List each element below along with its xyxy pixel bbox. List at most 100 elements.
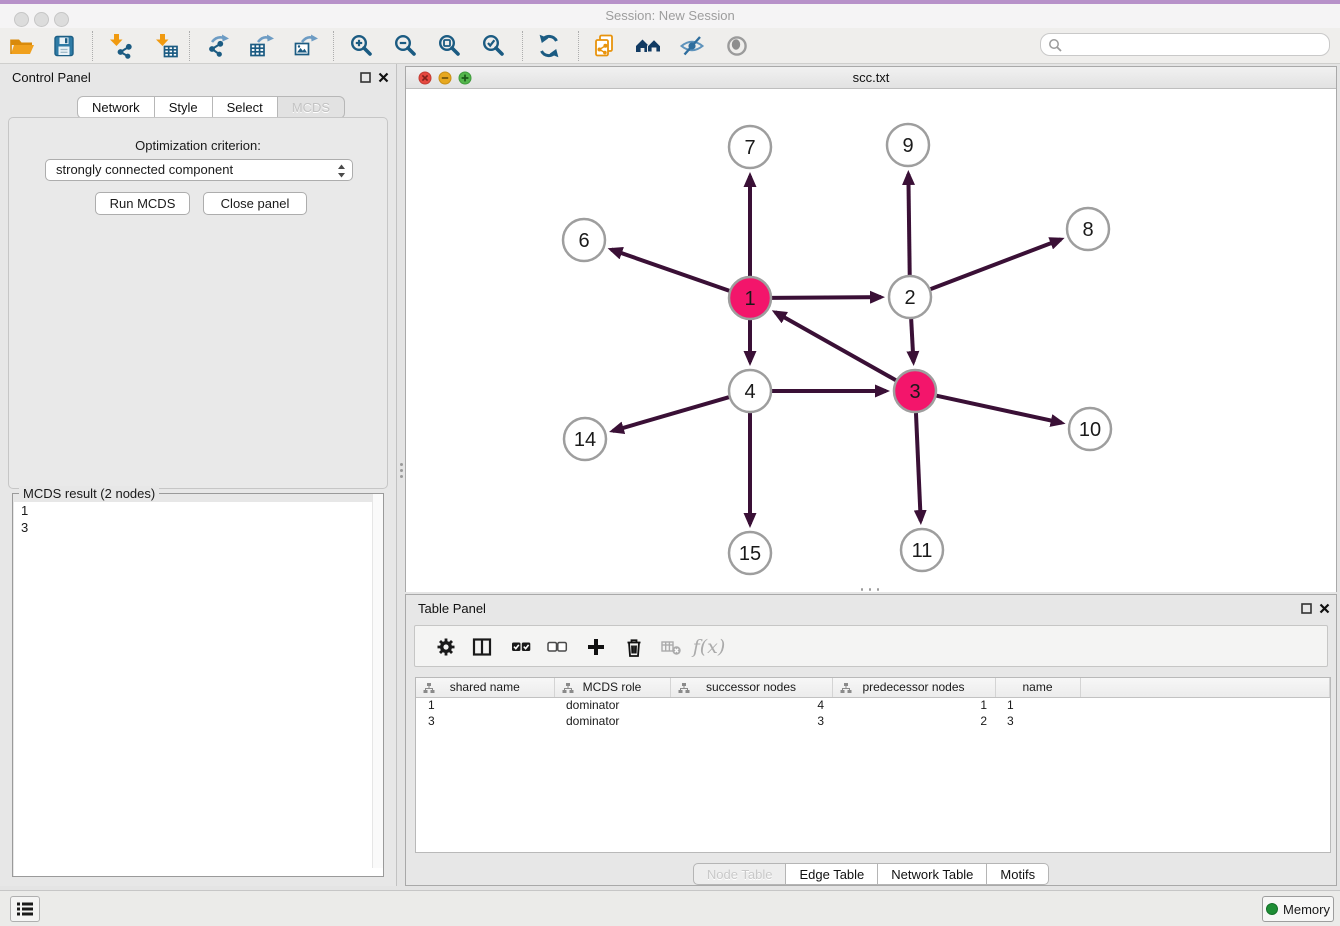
graph-node[interactable]: 9 bbox=[887, 124, 929, 166]
graph-node[interactable]: 14 bbox=[564, 418, 606, 460]
tab-node-table[interactable]: Node Table bbox=[693, 863, 787, 885]
save-session-button[interactable] bbox=[47, 31, 81, 61]
network-close-icon[interactable] bbox=[418, 71, 432, 85]
node-table-container: shared name MCDS role successor nodes pr… bbox=[415, 677, 1331, 853]
result-scrollbar[interactable] bbox=[372, 494, 383, 868]
svg-text:9: 9 bbox=[902, 135, 913, 157]
graph-edge[interactable] bbox=[931, 239, 1061, 289]
column-header-successor-nodes[interactable]: successor nodes bbox=[670, 678, 832, 697]
duplicate-network-icon bbox=[592, 33, 618, 59]
homes-icon bbox=[634, 33, 664, 59]
save-floppy-icon bbox=[51, 33, 77, 59]
zoom-in-button[interactable] bbox=[345, 31, 379, 61]
attribute-icon bbox=[840, 682, 852, 694]
close-panel-icon[interactable] bbox=[376, 70, 390, 84]
close-panel-button[interactable]: Close panel bbox=[203, 192, 307, 215]
show-column-panel-button[interactable] bbox=[469, 634, 495, 660]
import-table-icon bbox=[153, 33, 179, 59]
tab-style[interactable]: Style bbox=[155, 96, 213, 119]
float-panel-icon[interactable] bbox=[358, 70, 372, 84]
export-image-icon bbox=[293, 33, 319, 59]
function-builder-button-disabled: f(x) bbox=[696, 634, 722, 660]
memory-button[interactable]: Memory bbox=[1262, 896, 1334, 922]
vertical-splitter-grip[interactable] bbox=[399, 460, 403, 482]
tab-network-table[interactable]: Network Table bbox=[878, 863, 987, 885]
graph-edge[interactable] bbox=[775, 312, 896, 380]
horizontal-splitter-grip[interactable] bbox=[858, 588, 882, 592]
svg-text:14: 14 bbox=[574, 429, 596, 451]
tab-network[interactable]: Network bbox=[77, 96, 155, 119]
task-history-button[interactable] bbox=[10, 896, 40, 922]
network-canvas[interactable]: 7 9 6 8 1 2 4 3 14 10 15 11 bbox=[406, 89, 1336, 592]
graph-edge[interactable] bbox=[908, 174, 909, 275]
table-row[interactable]: 1dominator411 bbox=[416, 697, 1330, 713]
column-header-mcds-role[interactable]: MCDS role bbox=[554, 678, 670, 697]
graph-node[interactable]: 11 bbox=[901, 529, 943, 571]
export-table-button[interactable] bbox=[245, 31, 279, 61]
graph-node[interactable]: 15 bbox=[729, 532, 771, 574]
duplicate-network-button[interactable] bbox=[588, 31, 622, 61]
import-network-button[interactable] bbox=[103, 31, 137, 61]
show-all-networks-button[interactable] bbox=[632, 31, 666, 61]
eye-slash-icon bbox=[679, 33, 705, 59]
close-table-panel-icon[interactable] bbox=[1317, 601, 1331, 615]
graph-node[interactable]: 1 bbox=[729, 277, 771, 319]
graph-node[interactable]: 6 bbox=[563, 219, 605, 261]
hide-graphics-details-button[interactable] bbox=[675, 31, 709, 61]
criterion-selected-value: strongly connected component bbox=[56, 162, 233, 177]
toolbar-separator bbox=[522, 31, 523, 61]
tab-edge-table[interactable]: Edge Table bbox=[786, 863, 878, 885]
network-zoom-icon[interactable] bbox=[458, 71, 472, 85]
table-row[interactable]: 3dominator323 bbox=[416, 713, 1330, 729]
memory-status-dot bbox=[1266, 903, 1278, 915]
run-mcds-button[interactable]: Run MCDS bbox=[95, 192, 190, 215]
checked-boxes-icon bbox=[510, 636, 532, 658]
show-graphics-details-button[interactable] bbox=[720, 31, 754, 61]
memory-button-label: Memory bbox=[1283, 902, 1330, 917]
attribute-icon bbox=[423, 682, 435, 694]
export-image-button[interactable] bbox=[289, 31, 323, 61]
table-settings-button[interactable] bbox=[433, 634, 459, 660]
search-input[interactable] bbox=[1067, 35, 1323, 54]
network-graph[interactable]: 7 9 6 8 1 2 4 3 14 10 15 11 bbox=[406, 89, 1336, 592]
node-table: shared name MCDS role successor nodes pr… bbox=[416, 678, 1330, 729]
create-column-button[interactable] bbox=[583, 634, 609, 660]
float-table-panel-icon[interactable] bbox=[1299, 601, 1313, 615]
delete-column-button[interactable] bbox=[621, 634, 647, 660]
export-network-button[interactable] bbox=[201, 31, 235, 61]
column-header-name[interactable]: name bbox=[995, 678, 1080, 697]
zoom-selected-button[interactable] bbox=[477, 31, 511, 61]
graph-node[interactable]: 3 bbox=[894, 370, 936, 412]
fit-content-button[interactable] bbox=[433, 31, 467, 61]
criterion-select[interactable]: strongly connected component bbox=[45, 159, 353, 181]
column-header-filler bbox=[1080, 678, 1330, 697]
graph-edge[interactable] bbox=[611, 250, 729, 291]
graph-node[interactable]: 2 bbox=[889, 276, 931, 318]
graph-node[interactable]: 10 bbox=[1069, 408, 1111, 450]
zoom-out-button[interactable] bbox=[389, 31, 423, 61]
graph-node[interactable]: 4 bbox=[729, 370, 771, 412]
graph-node[interactable]: 8 bbox=[1067, 208, 1109, 250]
column-header-shared-name[interactable]: shared name bbox=[416, 678, 554, 697]
graph-node[interactable]: 7 bbox=[729, 126, 771, 168]
status-bar: Memory bbox=[0, 890, 1340, 926]
column-header-predecessor-nodes[interactable]: predecessor nodes bbox=[832, 678, 995, 697]
apply-layout-button[interactable] bbox=[532, 31, 566, 61]
tab-motifs[interactable]: Motifs bbox=[987, 863, 1049, 885]
tab-select[interactable]: Select bbox=[213, 96, 278, 119]
deselect-all-button[interactable] bbox=[544, 634, 570, 660]
network-minimize-icon[interactable] bbox=[438, 71, 452, 85]
mcds-result-list[interactable]: 13 bbox=[14, 502, 383, 876]
mcds-result-line: 1 bbox=[14, 502, 383, 519]
tab-mcds[interactable]: MCDS bbox=[278, 96, 345, 119]
gear-icon bbox=[435, 636, 457, 658]
open-session-button[interactable] bbox=[5, 31, 39, 61]
graph-edge[interactable] bbox=[916, 413, 921, 521]
graph-edge[interactable] bbox=[911, 319, 913, 362]
graph-edge[interactable] bbox=[936, 396, 1061, 423]
plus-icon bbox=[585, 636, 607, 658]
graph-edge[interactable] bbox=[772, 297, 881, 298]
import-table-button[interactable] bbox=[149, 31, 183, 61]
select-all-button[interactable] bbox=[508, 634, 534, 660]
graph-edge[interactable] bbox=[613, 397, 729, 431]
